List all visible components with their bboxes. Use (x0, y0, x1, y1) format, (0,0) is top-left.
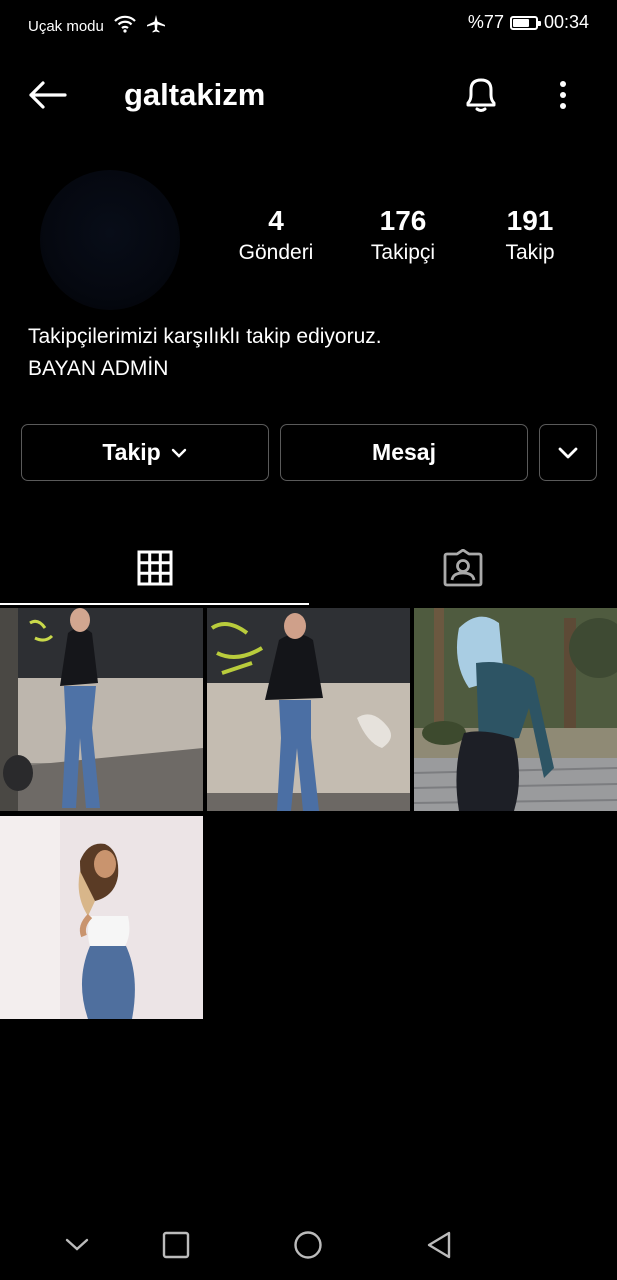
stat-posts[interactable]: 4 Gönderi (221, 203, 331, 267)
stat-following-label: Takip (505, 241, 555, 264)
carrier-label: Uçak modu (28, 17, 104, 35)
tagged-icon (443, 549, 483, 587)
stat-following-value: 191 (506, 205, 554, 236)
back-button[interactable] (24, 74, 70, 116)
airplane-icon (146, 14, 166, 38)
nav-recents-button[interactable] (153, 1222, 199, 1268)
bio-line-2: BAYAN ADMİN (28, 357, 169, 380)
profile-username: galtakizm (124, 77, 266, 112)
grid-icon (137, 550, 172, 586)
arrow-left-icon (29, 81, 67, 109)
message-button-label: Mesaj (372, 439, 436, 465)
post-thumbnail[interactable] (0, 608, 203, 811)
more-options-button[interactable] (546, 72, 580, 118)
status-bar-left: Uçak modu (28, 14, 166, 38)
circle-icon (294, 1231, 322, 1259)
chevron-down-icon (65, 1238, 89, 1251)
suggestions-button[interactable] (539, 424, 597, 481)
tab-posts-grid[interactable] (0, 532, 309, 604)
clock: 00:34 (543, 12, 589, 32)
active-tab-indicator (0, 603, 309, 605)
stat-followers[interactable]: 176 Takipçi (348, 203, 458, 267)
triangle-back-icon (427, 1231, 451, 1259)
stat-posts-value: 4 (268, 205, 284, 236)
nav-hide-button[interactable] (54, 1222, 100, 1268)
notifications-button[interactable] (458, 72, 504, 118)
battery-icon (509, 15, 541, 30)
post-thumbnail[interactable] (414, 608, 617, 811)
post-thumbnail[interactable] (0, 816, 203, 1019)
tab-tagged[interactable] (309, 532, 617, 604)
chevron-down-icon (171, 448, 186, 458)
post-thumbnail[interactable] (207, 608, 410, 811)
bell-icon (466, 78, 496, 112)
avatar[interactable] (40, 170, 180, 310)
wifi-icon (114, 15, 136, 37)
more-vertical-icon (560, 81, 566, 109)
square-icon (162, 1231, 190, 1259)
stat-following[interactable]: 191 Takip (475, 203, 585, 267)
stat-followers-value: 176 (379, 205, 427, 236)
nav-back-button[interactable] (416, 1222, 462, 1268)
profile-bio: Takipçilerimizi karşılıklı takip ediyoru… (28, 321, 382, 385)
follow-button-label: Takip (102, 439, 161, 465)
nav-home-button[interactable] (285, 1222, 331, 1268)
battery-percent: %77 (467, 12, 504, 32)
bio-line-1: Takipçilerimizi karşılıklı takip ediyoru… (28, 325, 382, 348)
stat-posts-label: Gönderi (238, 241, 314, 264)
follow-button[interactable]: Takip (21, 424, 269, 481)
status-bar-right: %77 00:34 (468, 12, 589, 33)
message-button[interactable]: Mesaj (280, 424, 528, 481)
chevron-down-icon (558, 447, 578, 458)
stat-followers-label: Takipçi (370, 241, 436, 264)
